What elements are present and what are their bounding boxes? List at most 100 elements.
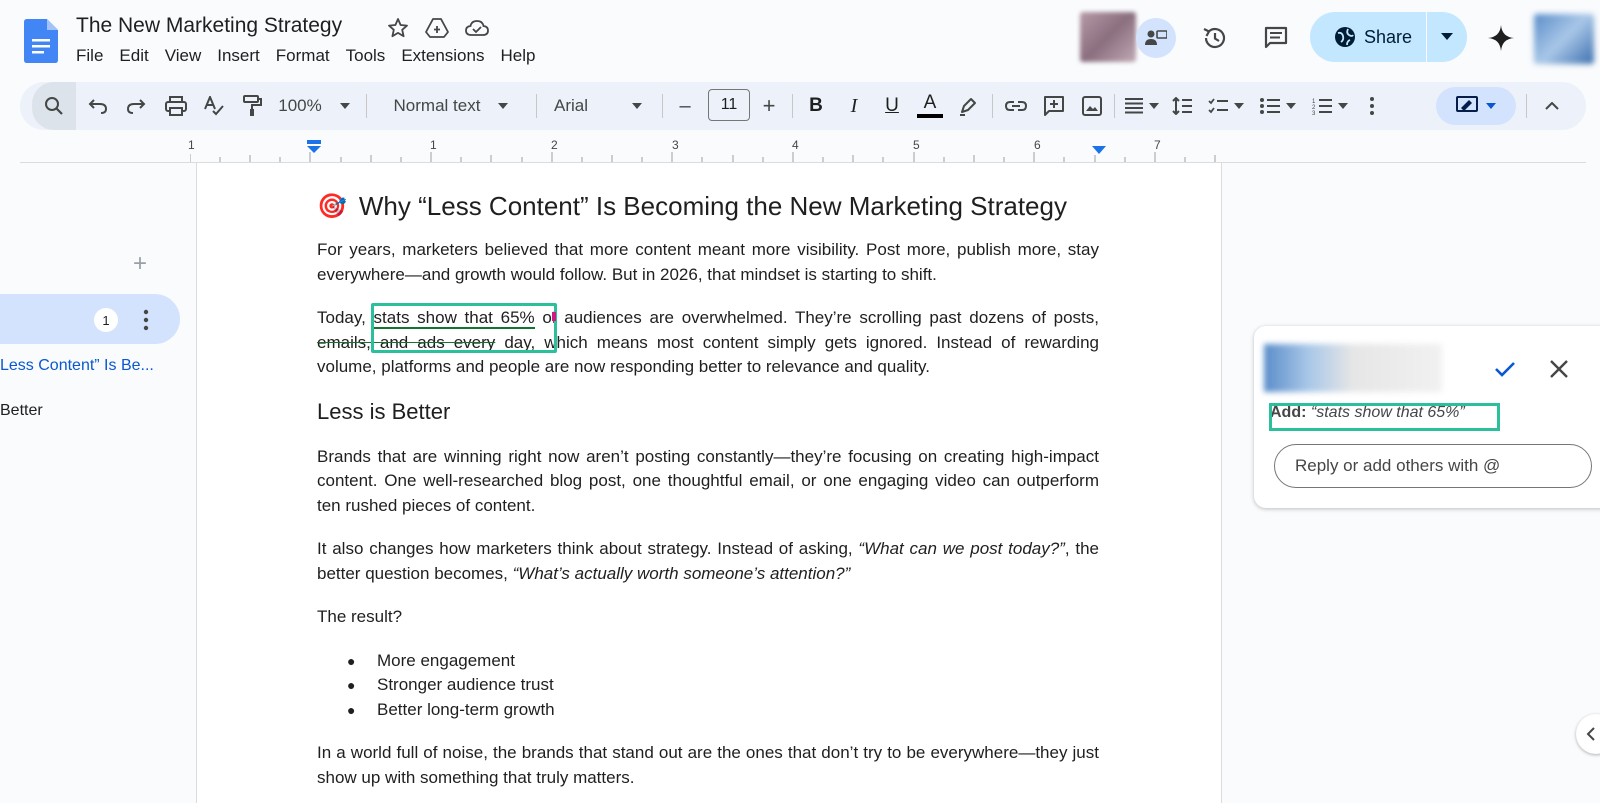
list-item: More engagement <box>317 649 1099 674</box>
version-history-icon[interactable] <box>1195 18 1235 58</box>
underline-button[interactable]: U <box>876 82 908 130</box>
reject-suggestion-button[interactable] <box>1544 354 1574 384</box>
bulleted-list-icon <box>1260 98 1280 114</box>
document-heading: 🎯 Why “Less Content” Is Becoming the New… <box>317 191 1099 222</box>
annotation-highlight-box <box>1269 403 1500 431</box>
target-emoji-icon: 🎯 <box>317 193 347 220</box>
paint-format-icon[interactable] <box>236 82 268 130</box>
line-spacing-icon[interactable] <box>1166 82 1198 130</box>
menu-format[interactable]: Format <box>268 44 338 68</box>
formatting-toolbar: 100% Normal text Arial – 11 + B I U A 1 … <box>20 82 1586 130</box>
add-comment-icon[interactable] <box>1038 82 1070 130</box>
paragraph-4-quote: “What can we post today?” <box>858 539 1065 558</box>
toolbar-divider <box>662 94 663 118</box>
menu-view[interactable]: View <box>157 44 210 68</box>
text-color-button[interactable]: A <box>914 82 946 130</box>
paragraph-style-value: Normal text <box>393 96 481 115</box>
checklist-select[interactable] <box>1204 82 1248 130</box>
text-color-swatch <box>917 114 943 118</box>
join-call-button[interactable] <box>1136 18 1176 58</box>
suggestion-count-badge: 1 <box>94 308 118 332</box>
checklist-icon <box>1208 98 1228 114</box>
numbered-list-icon: 123 <box>1312 99 1332 115</box>
numbered-list-select[interactable]: 123 <box>1308 82 1352 130</box>
reply-input[interactable] <box>1274 444 1592 488</box>
account-avatar[interactable] <box>1534 14 1594 64</box>
bullet-list: More engagement Stronger audience trust … <box>317 649 1099 723</box>
align-justify-icon <box>1125 98 1143 114</box>
suggesting-mode-button[interactable] <box>1436 87 1516 125</box>
menu-file[interactable]: File <box>68 44 111 68</box>
list-item: Stronger audience trust <box>317 673 1099 698</box>
docs-logo-icon[interactable] <box>24 19 58 63</box>
insert-link-icon[interactable] <box>1000 82 1032 130</box>
document-page[interactable]: 🎯 Why “Less Content” Is Becoming the New… <box>196 163 1222 803</box>
align-justify-select[interactable] <box>1120 82 1164 130</box>
paragraph-6: In a world full of noise, the brands tha… <box>317 743 1099 787</box>
globe-icon <box>1335 27 1355 47</box>
font-family-select[interactable]: Arial <box>544 82 654 130</box>
search-menus-icon[interactable] <box>32 82 76 130</box>
print-icon[interactable] <box>160 82 192 130</box>
list-item: Better long-term growth <box>317 698 1099 723</box>
paragraph-3: Brands that are winning right now aren’t… <box>317 446 1099 515</box>
increase-font-size-button[interactable]: + <box>754 82 784 130</box>
close-icon <box>1550 360 1568 378</box>
bulleted-list-select[interactable] <box>1256 82 1300 130</box>
collaborator-avatar[interactable] <box>1080 12 1136 62</box>
bold-button[interactable]: B <box>800 82 832 130</box>
outline-heading-1[interactable]: Less Content” Is Be... <box>0 357 154 375</box>
heading-text: Why “Less Content” Is Becoming the New M… <box>358 191 1067 221</box>
toolbar-divider <box>792 94 793 118</box>
menu-extensions[interactable]: Extensions <box>393 44 492 68</box>
chevron-left-icon <box>1586 727 1595 741</box>
hide-menus-icon[interactable] <box>1536 82 1568 130</box>
paragraph-style-select[interactable]: Normal text <box>376 82 526 130</box>
zoom-select[interactable]: 100% <box>272 82 356 130</box>
font-family-value: Arial <box>554 96 589 115</box>
gemini-icon[interactable] <box>1481 18 1521 58</box>
comments-icon[interactable] <box>1256 18 1296 58</box>
add-tab-button[interactable]: + <box>133 250 147 278</box>
highlight-pen-icon[interactable] <box>952 82 984 130</box>
font-size-input[interactable]: 11 <box>708 89 750 121</box>
undo-icon[interactable] <box>82 82 114 130</box>
menu-insert[interactable]: Insert <box>209 44 268 68</box>
paragraph-4-quote: “What’s actually worth someone’s attenti… <box>512 563 851 583</box>
cloud-saved-icon[interactable] <box>464 16 489 40</box>
side-panel-toggle[interactable] <box>1576 714 1600 754</box>
redo-icon[interactable] <box>120 82 152 130</box>
annotation-highlight-box <box>371 303 557 353</box>
italic-button[interactable]: I <box>838 82 870 130</box>
accept-suggestion-button[interactable] <box>1490 354 1520 384</box>
svg-text:3: 3 <box>1312 111 1316 115</box>
spellcheck-icon[interactable] <box>198 82 230 130</box>
outline-heading-2[interactable]: Better <box>0 402 43 420</box>
caret-down-icon <box>1338 103 1348 109</box>
checkmark-icon <box>1495 362 1515 377</box>
document-body[interactable]: 🎯 Why “Less Content” Is Becoming the New… <box>317 191 1099 803</box>
menu-edit[interactable]: Edit <box>111 44 156 68</box>
document-title[interactable]: The New Marketing Strategy <box>76 14 342 38</box>
share-button[interactable]: Share <box>1310 12 1426 62</box>
horizontal-ruler[interactable]: 1 1 2 3 4 5 6 7 <box>20 138 1586 163</box>
paragraph-2-text: of audiences are overwhelmed. They’re sc… <box>534 308 1100 327</box>
menu-help[interactable]: Help <box>492 44 543 68</box>
more-options-icon[interactable] <box>1360 82 1384 130</box>
menu-bar: File Edit View Insert Format Tools Exten… <box>68 44 543 68</box>
caret-down-icon <box>1441 33 1453 40</box>
paragraph-1: For years, marketers believed that more … <box>317 240 1099 284</box>
zoom-value: 100% <box>278 96 322 115</box>
suggestion-card[interactable]: Add: “stats show that 65%” <box>1254 326 1600 508</box>
menu-tools[interactable]: Tools <box>338 44 394 68</box>
move-to-drive-icon[interactable] <box>424 16 449 40</box>
toolbar-divider <box>1526 94 1527 118</box>
insert-image-icon[interactable] <box>1076 82 1108 130</box>
collaborator-cursor <box>552 312 556 321</box>
caret-down-icon <box>1234 103 1244 109</box>
tab-options-icon[interactable] <box>136 306 156 334</box>
paragraph-4: It also changes how marketers think abou… <box>317 537 1099 586</box>
caret-down-icon <box>1149 103 1159 109</box>
star-icon[interactable] <box>386 16 410 40</box>
decrease-font-size-button[interactable]: – <box>670 82 700 130</box>
